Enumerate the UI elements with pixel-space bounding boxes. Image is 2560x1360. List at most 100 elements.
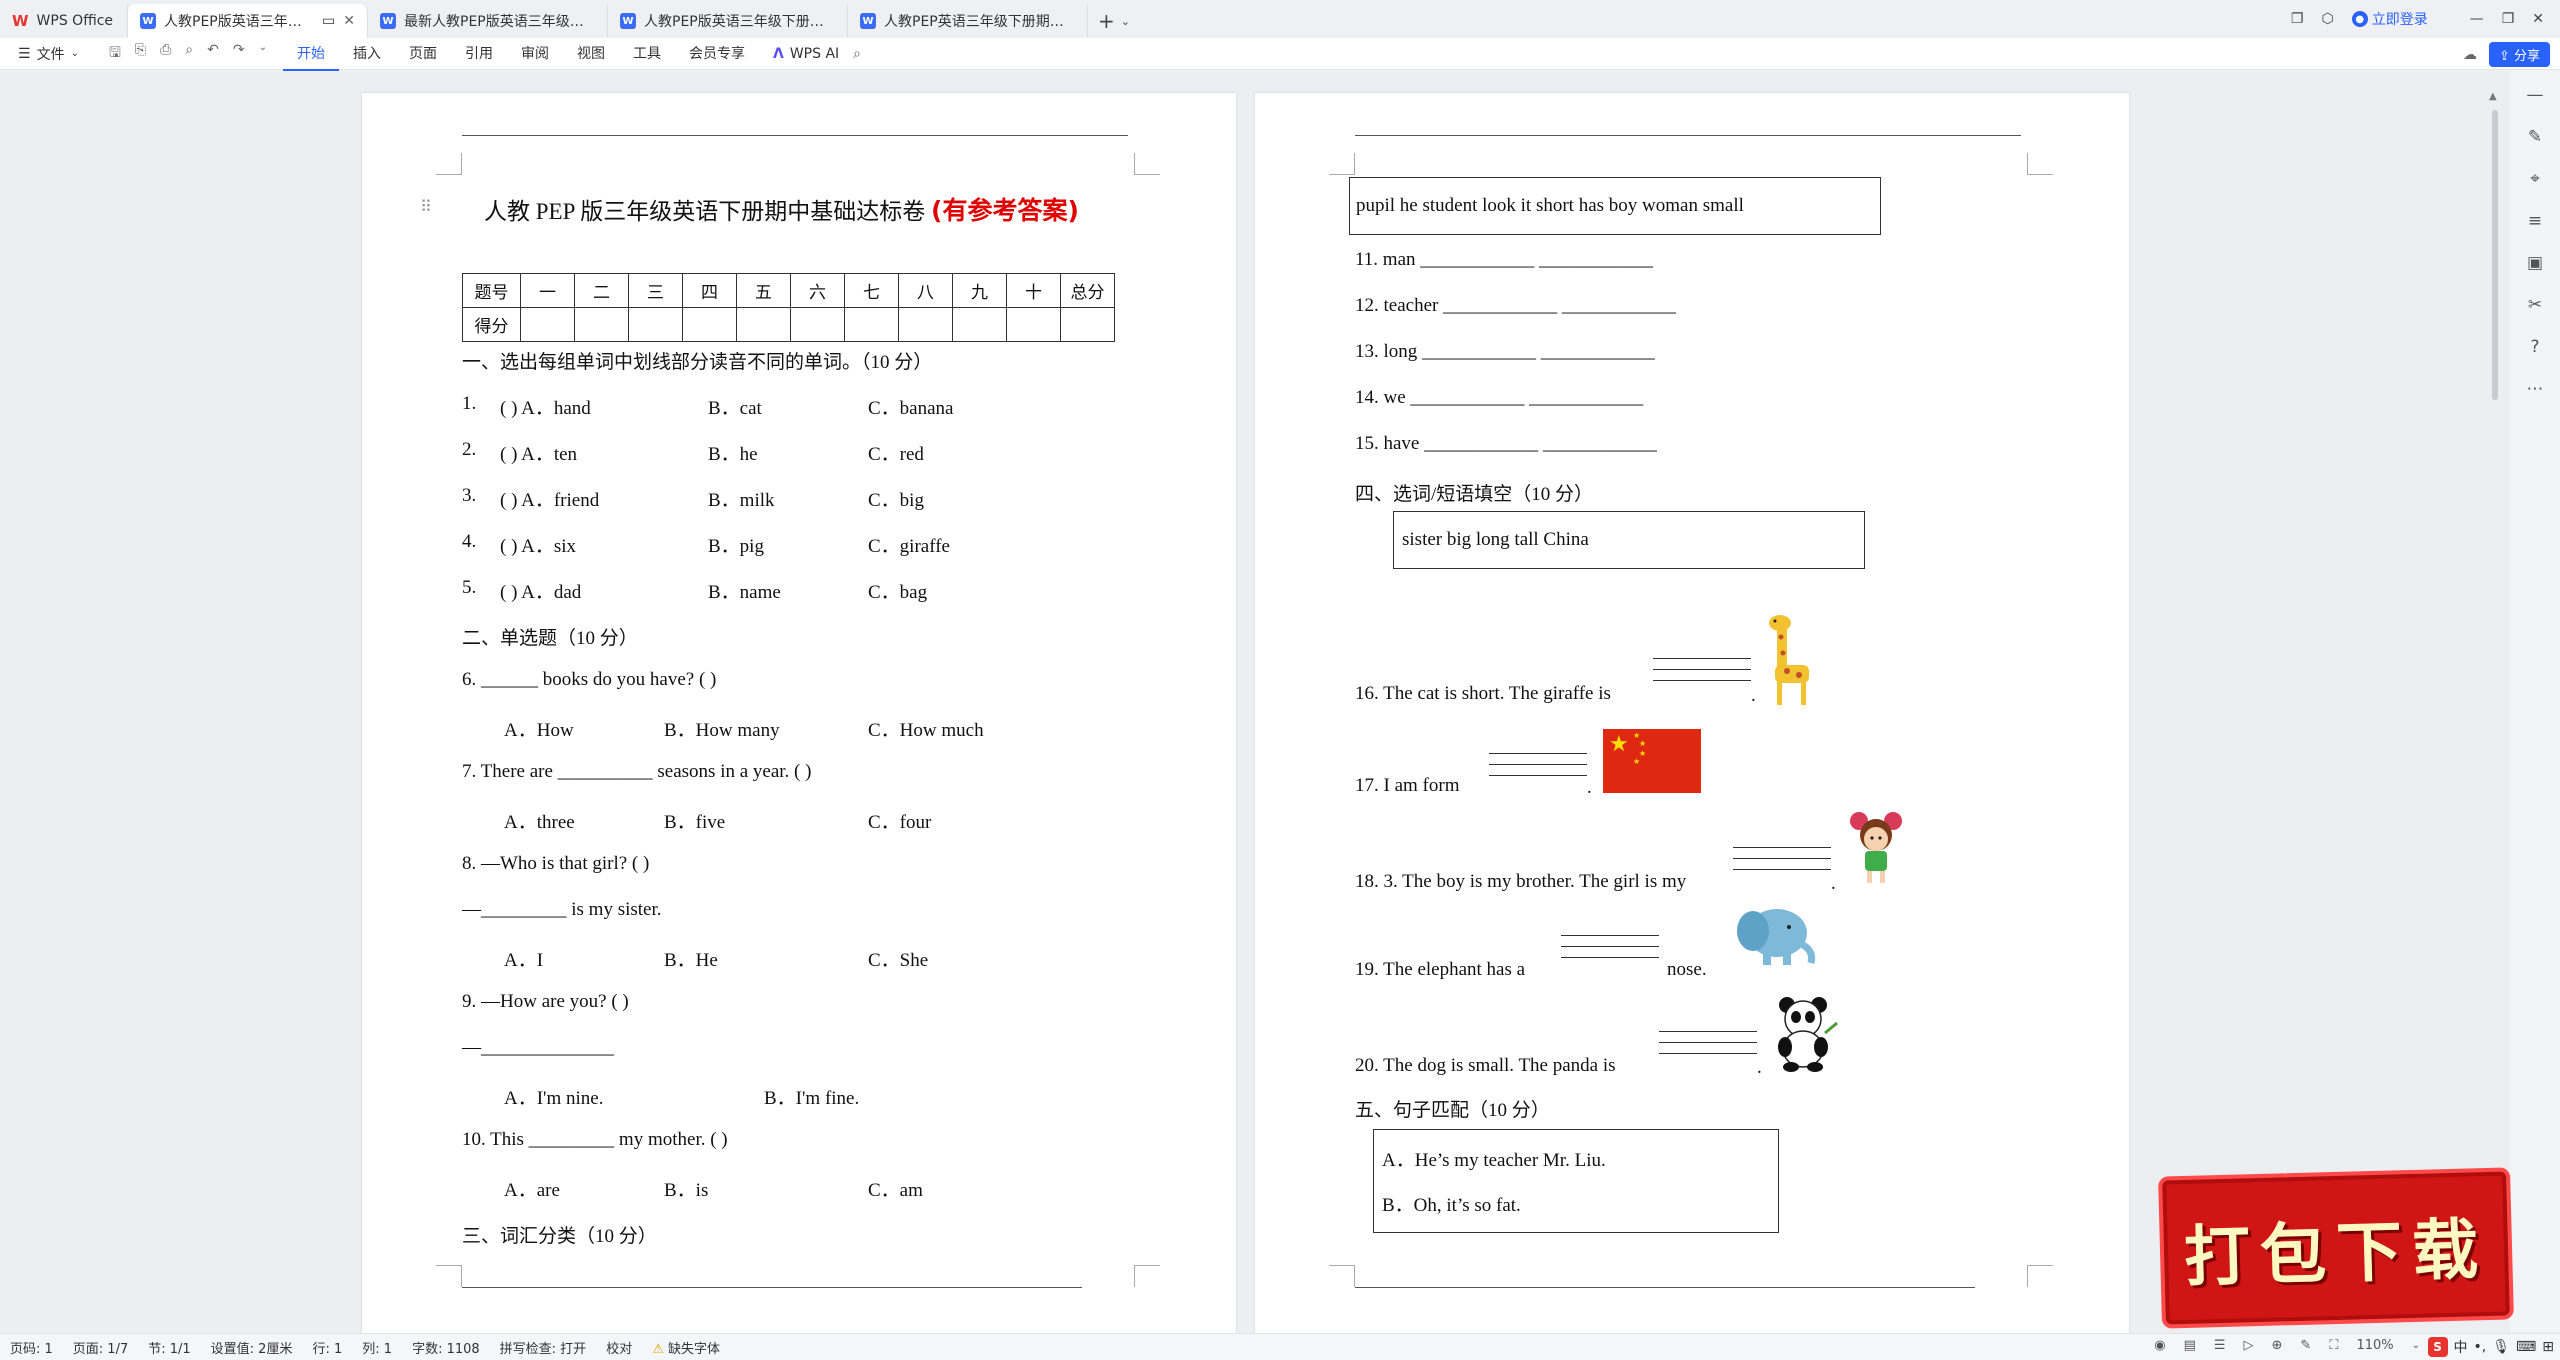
download-promo-banner[interactable]: 打包下载 [2158,1167,2514,1329]
fit-icon[interactable]: ⛶ [2329,1338,2338,1353]
table-cell[interactable]: 十 [1006,273,1061,308]
document-workspace[interactable]: ⠿ 人教 PEP 版三年级英语下册期中基础达标卷 (有参考答案) 题号 一 二 … [0,71,2560,1333]
tray-menu-icon[interactable]: ⊞ [2542,1339,2554,1355]
sogou-ime-icon[interactable]: S [2427,1337,2448,1357]
table-cell[interactable]: 七 [844,273,899,308]
table-cell[interactable] [628,307,683,342]
wps-ai-button[interactable]: ᐱ WPS AI [759,46,853,62]
close-icon[interactable]: ✕ [343,13,355,29]
tools-icon[interactable]: ✂ [2528,295,2542,315]
vertical-scrollbar-thumb[interactable] [2492,110,2498,400]
window-layout-icon[interactable]: ❐ [2291,11,2304,27]
table-cell[interactable] [1006,307,1061,342]
tab-start[interactable]: 开始 [283,37,339,71]
table-cell[interactable] [736,307,791,342]
save-icon[interactable]: 🖫 [109,42,121,66]
table-cell[interactable] [520,307,575,342]
select-cursor-icon[interactable]: ⌖ [2530,169,2540,189]
cube-icon[interactable]: ⬡ [2321,11,2333,27]
tab-document-4[interactable]: W 人教PEP英语三年级下册期中综合素质 [848,4,1088,38]
table-cell[interactable]: 二 [574,273,629,308]
tab-view[interactable]: 视图 [563,37,619,71]
redo-icon[interactable]: ↷ [233,42,245,66]
chevron-down-icon[interactable]: ⌄ [259,42,267,66]
print-icon[interactable]: ⎙ [160,42,171,66]
table-cell[interactable] [790,307,845,342]
restore-icon[interactable]: ❐ [2502,11,2515,27]
answer-blank-lines[interactable] [1561,935,1659,968]
table-cell[interactable] [844,307,899,342]
table-cell[interactable]: 总分 [1060,273,1115,308]
ime-language[interactable]: 中 [2454,1337,2468,1357]
table-cell[interactable]: 三 [628,273,683,308]
undo-icon[interactable]: ↶ [207,42,219,66]
table-cell[interactable]: 五 [736,273,791,308]
status-row[interactable]: 行: 1 [302,1338,352,1357]
scroll-up-arrow-icon[interactable]: ▲ [2489,91,2497,102]
new-tab-button[interactable]: + ⌄ [1088,4,1140,38]
pen-icon[interactable]: ✎ [2528,127,2542,147]
keyboard-icon[interactable]: ⌨ [2516,1339,2536,1355]
play-icon[interactable]: ▷ [2244,1338,2254,1353]
status-page[interactable]: 页码: 1 [0,1338,63,1357]
answer-blank-lines[interactable] [1489,753,1587,786]
tab-member[interactable]: 会员专享 [675,37,759,71]
document-page-2[interactable]: pupil he student look it short has boy w… [1255,93,2129,1333]
file-menu[interactable]: ☰ 文件 ⌄ [0,44,93,64]
status-missing-font[interactable]: ⚠ 缺失字体 [642,1338,730,1357]
table-cell[interactable]: 四 [682,273,737,308]
table-cell[interactable]: 题号 [462,273,521,308]
web-view-icon[interactable]: ⊕ [2272,1338,2283,1353]
status-spell-check[interactable]: 拼写检查: 打开 [490,1338,597,1357]
settings-sliders-icon[interactable]: ≡ [2528,211,2542,231]
outline-view-icon[interactable]: ☰ [2214,1338,2226,1353]
eye-icon[interactable]: ◉ [2154,1338,2165,1353]
tab-page[interactable]: 页面 [395,37,451,71]
image-edit-icon[interactable]: ▣ [2527,253,2543,273]
status-section[interactable]: 节: 1/1 [138,1338,200,1357]
close-window-icon[interactable]: ✕ [2532,11,2544,27]
document-page-1[interactable]: ⠿ 人教 PEP 版三年级英语下册期中基础达标卷 (有参考答案) 题号 一 二 … [362,93,1236,1333]
monitor-icon[interactable]: ▭ [322,13,335,29]
tab-document-1[interactable]: W 人教PEP版英语三年级下册期中 ▭ ✕ [128,4,368,38]
answer-blank-lines[interactable] [1653,658,1751,691]
table-cell[interactable]: 一 [520,273,575,308]
tab-wps-home[interactable]: W WPS Office [0,4,128,38]
share-button[interactable]: ⇪ 分享 [2488,42,2550,67]
status-proofread[interactable]: 校对 [596,1338,642,1357]
status-word-count[interactable]: 字数: 1108 [402,1338,490,1357]
table-cell[interactable] [1060,307,1115,342]
tab-document-3[interactable]: W 人教PEP版英语三年级下册期中能力提 [608,4,848,38]
table-cell[interactable] [574,307,629,342]
status-setting[interactable]: 设置值: 2厘米 [201,1338,303,1357]
search-icon[interactable]: ⌕ [853,46,861,62]
tab-references[interactable]: 引用 [451,37,507,71]
table-cell[interactable]: 九 [952,273,1007,308]
punctuation-mode-icon[interactable]: •, [2474,1339,2487,1355]
table-cell[interactable] [898,307,953,342]
answer-blank-lines[interactable] [1659,1031,1757,1064]
more-icon[interactable]: ⋯ [2527,379,2544,399]
page-view-icon[interactable]: ▤ [2184,1338,2196,1353]
minimize-icon[interactable]: — [2470,11,2484,27]
help-icon[interactable]: ? [2530,337,2539,357]
status-pages[interactable]: 页面: 1/7 [63,1338,138,1357]
table-cell[interactable] [682,307,737,342]
tab-tools[interactable]: 工具 [619,37,675,71]
status-col[interactable]: 列: 1 [352,1338,402,1357]
tab-document-2[interactable]: W 最新人教PEP版英语三年级下册期中综合 [368,4,608,38]
table-cell[interactable]: 得分 [462,307,521,342]
tab-review[interactable]: 审阅 [507,37,563,71]
zoom-level[interactable]: 110% [2356,1338,2393,1353]
chevron-down-icon[interactable]: ⌄ [2412,1340,2420,1351]
minimize-panel-icon[interactable]: — [2527,85,2544,105]
chevron-down-icon[interactable]: ⌄ [1121,15,1130,28]
cloud-sync-icon[interactable]: ☁ [2463,47,2477,63]
login-button[interactable]: ● 立即登录 [2351,9,2428,29]
table-cell[interactable]: 八 [898,273,953,308]
export-icon[interactable]: ⎘ [135,42,146,66]
edit-icon[interactable]: ✎ [2300,1338,2311,1353]
table-cell[interactable]: 六 [790,273,845,308]
tab-insert[interactable]: 插入 [339,37,395,71]
answer-blank-lines[interactable] [1733,847,1831,880]
